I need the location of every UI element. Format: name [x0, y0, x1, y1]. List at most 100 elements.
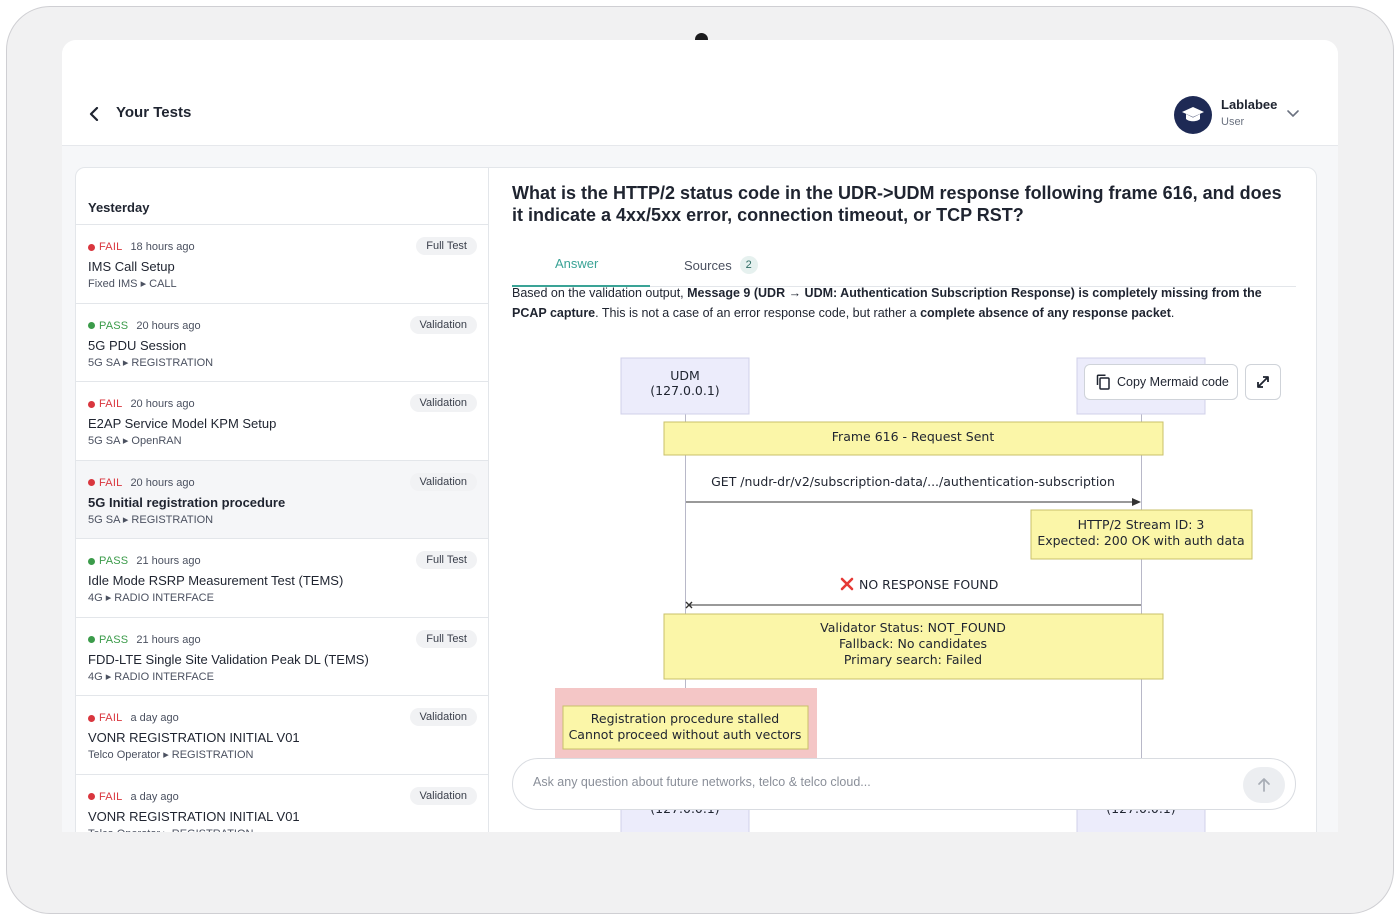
test-title: IMS Call Setup — [88, 259, 175, 274]
red-x-icon — [840, 577, 854, 591]
status-dot — [88, 714, 95, 722]
status-dot — [88, 479, 95, 486]
tab-sources-label: Sources — [684, 257, 732, 273]
test-subtitle: 4G ▸ RADIO INTERFACE — [88, 592, 214, 604]
list-item[interactable]: FAIL a day ago VONR REGISTRATION INITIAL V… — [76, 775, 488, 833]
test-title: VONR REGISTRATION INITIAL V01 — [88, 808, 300, 824]
list-item[interactable]: PASS 20 hours ago 5G PDU Session 5G SA ▸ RE… — [76, 304, 488, 382]
user-name: Lablabee — [1221, 97, 1278, 112]
status-dot — [88, 243, 95, 251]
test-title: VONR REGISTRATION INITIAL V01 — [88, 730, 300, 745]
answer-part: . This is not a case of an error respons… — [595, 306, 921, 320]
back-button[interactable] — [84, 104, 104, 124]
test-title: FDD-LTE Single Site Validation Peak DL (… — [88, 651, 369, 667]
timestamp: a day ago — [130, 790, 179, 803]
timestamp: 20 hours ago — [136, 319, 201, 332]
request-arrowhead — [1132, 498, 1141, 506]
no-response-label: NO RESPONSE FOUND — [859, 577, 998, 592]
test-type-badge: Full Test — [416, 551, 477, 569]
test-type-badge: Validation — [409, 708, 477, 726]
test-type-badge: Validation — [409, 394, 477, 412]
status-text: PASS — [99, 319, 129, 332]
validator-line-3: Primary search: Failed — [844, 652, 982, 667]
test-subtitle: Telco Operator ▸ REGISTRATION — [88, 749, 254, 761]
udm-actor-name: UDM — [670, 368, 700, 383]
udm-actor-ip: (127.0.0.1) — [650, 383, 719, 398]
answer-part: . — [1170, 306, 1175, 320]
test-list: FAIL 18 hours ago IMS Call Setup Fixed IMS … — [76, 225, 488, 833]
timestamp: a day ago — [130, 712, 179, 724]
chevron-down-icon[interactable] — [1286, 106, 1300, 120]
status-text: FAIL — [99, 241, 123, 253]
status-text: FAIL — [99, 476, 123, 489]
status-dot — [88, 322, 95, 329]
sources-count-badge: 2 — [739, 256, 758, 274]
status-text: PASS — [99, 555, 129, 567]
list-item[interactable]: FAIL a day ago VONR REGISTRATION INITIAL V… — [76, 696, 488, 775]
status-text: PASS — [99, 633, 129, 646]
test-subtitle: 5G SA ▸ REGISTRATION — [88, 513, 214, 526]
send-button[interactable] — [1243, 767, 1285, 803]
test-subtitle: Fixed IMS ▸ CALL — [88, 278, 177, 290]
page-title[interactable]: Your Tests — [116, 104, 191, 121]
test-type-badge: Full Test — [416, 237, 477, 255]
stream-note-line-2: Expected: 200 OK with auth data — [1037, 533, 1244, 548]
tabs: Answer Sources 2 — [512, 252, 1296, 287]
answer-bold: complete absence of any response packet — [920, 306, 1171, 320]
answer-part: Based on the validation output, — [512, 286, 688, 300]
app-screen: Your Tests Lablabee User Yesterday FAIL 1… — [62, 40, 1338, 832]
graduation-cap-icon — [1182, 107, 1204, 122]
copy-mermaid-label: Copy Mermaid code — [1117, 375, 1229, 389]
copy-icon — [1096, 374, 1110, 390]
test-type-badge: Validation — [409, 315, 477, 334]
test-type-badge: Validation — [409, 786, 477, 805]
ask-box — [512, 758, 1296, 810]
list-item[interactable]: FAIL 18 hours ago IMS Call Setup Fixed IMS … — [76, 225, 488, 304]
test-title: 5G Initial registration procedure — [88, 494, 286, 510]
test-subtitle: 5G SA ▸ OpenRAN — [88, 435, 182, 447]
list-item[interactable]: FAIL 20 hours ago 5G Initial registration … — [76, 460, 488, 539]
tab-sources[interactable]: Sources 2 — [684, 256, 758, 274]
chevron-left-icon — [89, 107, 99, 121]
timestamp: 21 hours ago — [136, 633, 201, 646]
status-dot — [88, 400, 95, 408]
user-role: User — [1221, 116, 1245, 128]
test-type-badge: Full Test — [416, 629, 477, 648]
timestamp: 21 hours ago — [136, 555, 201, 567]
list-item[interactable]: FAIL 20 hours ago E2AP Service Model KPM S… — [76, 382, 488, 461]
tests-sidebar: Yesterday FAIL 18 hours ago IMS Call Setup… — [76, 168, 489, 832]
timestamp: 20 hours ago — [130, 398, 195, 410]
group-label: Yesterday — [88, 200, 150, 215]
copy-mermaid-button[interactable]: Copy Mermaid code — [1084, 364, 1238, 400]
test-subtitle: 5G SA ▸ REGISTRATION — [88, 356, 214, 369]
question-title: What is the HTTP/2 status code in the UD… — [512, 183, 1282, 225]
test-subtitle: 4G ▸ RADIO INTERFACE — [88, 670, 214, 683]
test-title: Idle Mode RSRP Measurement Test (TEMS) — [88, 573, 344, 588]
status-dot — [88, 793, 95, 800]
test-subtitle: Telco Operator ▸ REGISTRATION — [88, 827, 477, 833]
stall-line-1: Registration procedure stalled — [591, 711, 779, 726]
arrow-up-icon — [1258, 778, 1270, 792]
validator-line-1: Validator Status: NOT_FOUND — [820, 620, 1006, 635]
ask-input[interactable] — [533, 775, 1223, 789]
status-dot — [88, 636, 95, 643]
stall-line-2: Cannot proceed without auth vectors — [569, 727, 802, 742]
top-header: Your Tests Lablabee User — [62, 40, 1338, 146]
avatar[interactable] — [1174, 96, 1212, 134]
list-item[interactable]: PASS 21 hours ago Idle Mode RSRP Measureme… — [76, 539, 488, 618]
request-label: GET /nudr-dr/v2/subscription-data/.../au… — [711, 474, 1115, 489]
test-type-badge: Validation — [409, 472, 477, 491]
main-area: What is the HTTP/2 status code in the UD… — [490, 168, 1316, 832]
list-item[interactable]: PASS 21 hours ago FDD-LTE Single Site Vali… — [76, 618, 488, 696]
expand-diagram-button[interactable] — [1245, 364, 1281, 400]
stream-note-line-1: HTTP/2 Stream ID: 3 — [1078, 517, 1205, 532]
timestamp: 20 hours ago — [130, 476, 195, 489]
timestamp: 18 hours ago — [130, 241, 195, 253]
test-title: E2AP Service Model KPM Setup — [88, 416, 277, 431]
content-panel: Yesterday FAIL 18 hours ago IMS Call Setup… — [75, 167, 1317, 832]
tab-answer[interactable]: Answer — [555, 256, 598, 271]
expand-icon — [1257, 376, 1269, 388]
status-text: FAIL — [99, 398, 123, 410]
frame-note-text: Frame 616 - Request Sent — [832, 429, 995, 444]
status-text: FAIL — [99, 712, 123, 724]
